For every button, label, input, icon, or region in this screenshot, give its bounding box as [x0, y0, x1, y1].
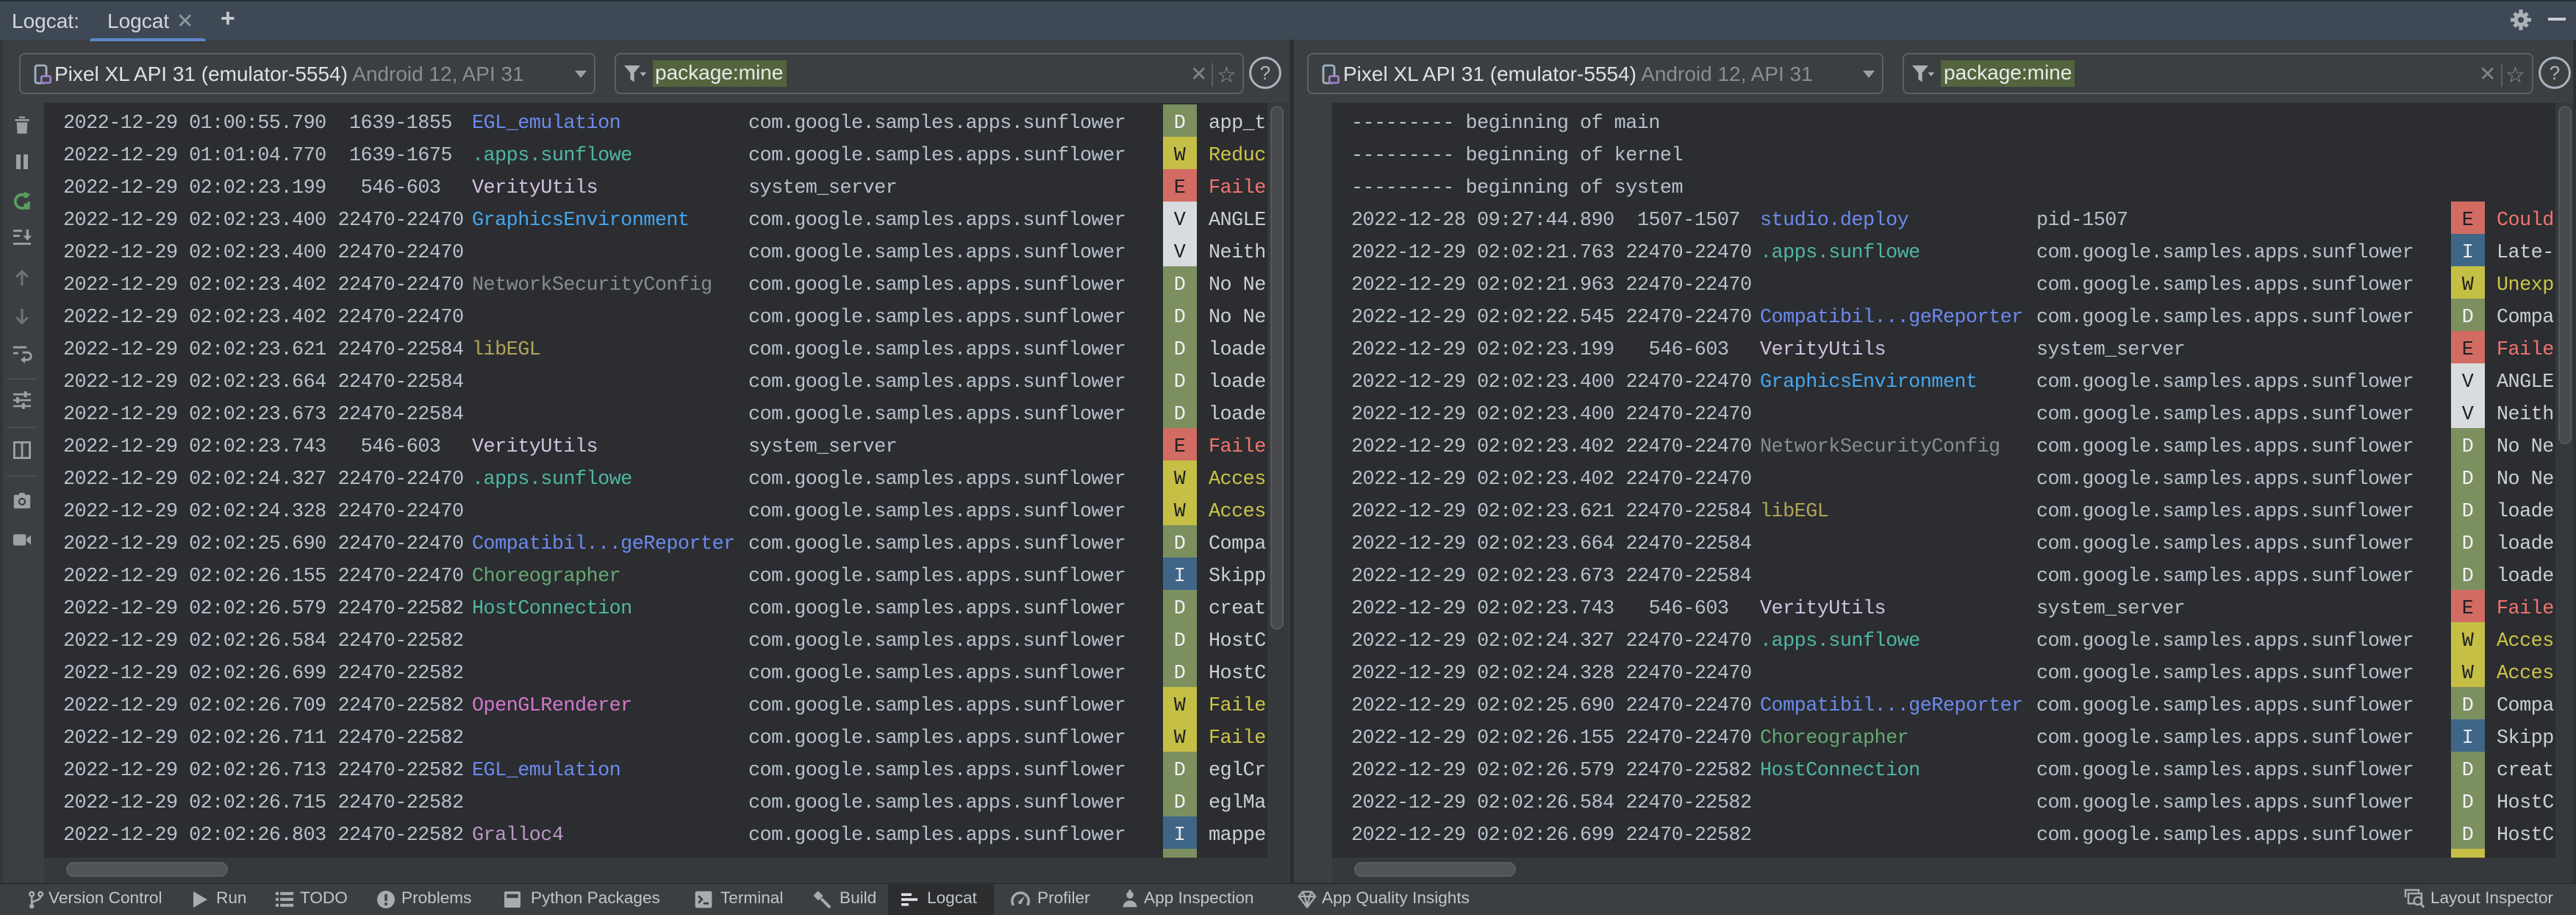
- svg-text:?: ?: [2549, 62, 2559, 84]
- svg-text:?: ?: [1260, 62, 1270, 84]
